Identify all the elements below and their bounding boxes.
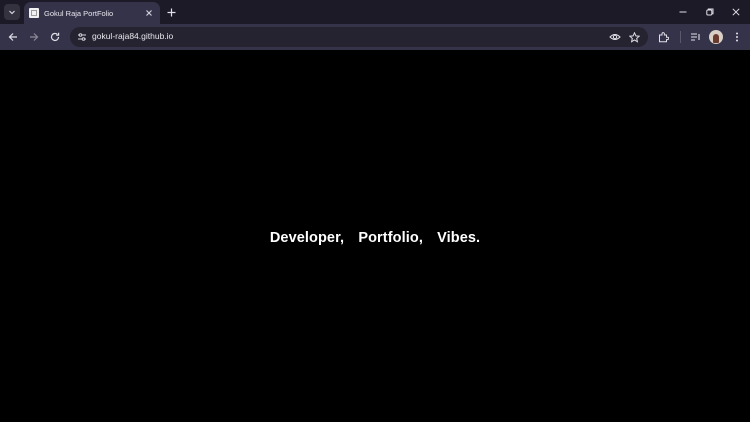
tab-search-button[interactable] bbox=[4, 4, 20, 20]
address-url: gokul-raja84.github.io bbox=[92, 31, 174, 41]
star-icon bbox=[628, 31, 640, 43]
menu-button[interactable] bbox=[729, 29, 745, 45]
tab-close-button[interactable] bbox=[142, 6, 156, 20]
view-password-button[interactable] bbox=[607, 29, 623, 45]
puzzle-icon bbox=[658, 31, 669, 42]
page-favicon-icon bbox=[29, 8, 39, 18]
browser-toolbar: gokul-raja84.github.io bbox=[0, 24, 750, 50]
site-info-button[interactable] bbox=[74, 29, 90, 45]
hero-headline: Developer, Portfolio, Vibes. bbox=[0, 230, 750, 246]
reload-button[interactable] bbox=[47, 29, 63, 45]
eye-icon bbox=[609, 34, 621, 40]
forward-button[interactable] bbox=[26, 29, 42, 45]
close-icon bbox=[146, 10, 152, 16]
extensions-button[interactable] bbox=[655, 29, 671, 45]
headline-word-developer: Developer, bbox=[269, 230, 345, 246]
restore-button[interactable] bbox=[696, 0, 724, 24]
page-content: Developer, Portfolio, Vibes. bbox=[0, 50, 750, 422]
reading-list-button[interactable] bbox=[687, 29, 703, 45]
new-tab-button[interactable] bbox=[163, 4, 179, 20]
address-bar[interactable]: gokul-raja84.github.io bbox=[70, 27, 648, 47]
profile-avatar[interactable] bbox=[709, 30, 723, 44]
minimize-button[interactable] bbox=[669, 0, 697, 24]
headline-word-portfolio: Portfolio, bbox=[358, 230, 423, 246]
reload-icon bbox=[50, 32, 60, 42]
playlist-icon bbox=[690, 33, 700, 41]
arrow-right-icon bbox=[30, 33, 39, 41]
plus-icon bbox=[167, 8, 175, 16]
chevron-down-icon bbox=[9, 10, 15, 15]
close-window-button[interactable] bbox=[722, 0, 750, 24]
headline-word-vibes: Vibes. bbox=[437, 230, 481, 246]
arrow-left-icon bbox=[8, 33, 17, 41]
tab-active[interactable]: Gokul Raja PortFolio bbox=[24, 2, 160, 24]
tab-title: Gokul Raja PortFolio bbox=[44, 8, 114, 18]
restore-icon bbox=[706, 8, 714, 16]
bookmark-button[interactable] bbox=[626, 29, 642, 45]
back-button[interactable] bbox=[5, 29, 21, 45]
tune-icon bbox=[78, 33, 86, 41]
more-vert-icon bbox=[736, 32, 738, 42]
minimize-icon bbox=[679, 11, 687, 13]
close-icon bbox=[732, 8, 740, 16]
toolbar-divider bbox=[680, 31, 681, 43]
browser-titlebar: Gokul Raja PortFolio bbox=[0, 0, 750, 24]
